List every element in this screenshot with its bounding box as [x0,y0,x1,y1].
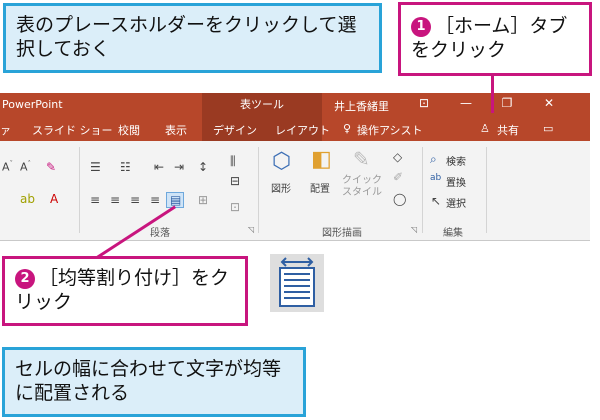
shapes-icon[interactable]: ⬡ [272,151,291,173]
app-title: PowerPoint [2,98,63,111]
distributed-align-icon [279,257,315,307]
user-name[interactable]: 井上香緒里 [334,98,389,114]
arrange-label[interactable]: 配置 [310,184,330,196]
ribbon-body: Aˇ Aˆ ✎ ab A ☰ ☷ ⇤ ⇥ ↕ ⫼ ⊟ ≡ ≡ ≡ ≡ ▤ ⊞ ⊡… [0,141,590,240]
callout-text: ［均等割り付け］をクリック [15,267,230,313]
minimize-icon[interactable]: — [455,96,477,110]
drawing-group-label: 図形描画 [322,228,362,239]
replace-button[interactable]: 置換 [446,174,466,189]
step-number-1: 1 [411,17,431,38]
justify-icon[interactable]: ≡ [150,194,160,206]
quick-styles-icon[interactable]: ✎ [353,149,370,169]
title-bar: PowerPoint 表ツール 井上香緒里 ⊡ — ❐ ✕ [0,93,590,117]
dialog-launcher-icon[interactable]: ◹ [248,225,254,234]
person-icon[interactable]: ♙ [480,122,490,135]
tab-slideshow[interactable]: スライド ショー [32,122,113,138]
align-left-icon[interactable]: ≡ [90,194,100,206]
ribbon-tabs: ァ スライド ショー 校閲 表示 デザイン レイアウト ♀ 操作アシスト ♙ 共… [0,117,590,141]
comment-icon[interactable]: ▭ [543,122,553,135]
align-center-icon[interactable]: ≡ [110,194,120,206]
tab-view[interactable]: 表示 [165,122,187,138]
shape-outline-icon[interactable]: ✐ [393,171,403,183]
shape-fill-icon[interactable]: ◇ [393,151,402,163]
paragraph-group-label: 段落 [150,228,170,239]
replace-icon[interactable]: ab [430,174,441,183]
instruction-select-placeholder: 表のプレースホルダーをクリックして選択しておく [3,3,382,73]
numbering-icon[interactable]: ☷ [120,161,131,173]
decrease-indent-icon[interactable]: ⇤ [154,161,164,173]
editing-group-label: 編集 [443,228,463,239]
callout-text: 表のプレースホルダーをクリックして選択しておく [16,14,357,60]
lightbulb-icon[interactable]: ♀ [343,122,351,135]
font-size-down-icon[interactable]: Aˇ [2,161,13,173]
smartart-icon[interactable]: ⊡ [230,201,240,213]
text-direction-icon[interactable]: ⫼ [230,155,236,167]
tab-design[interactable]: デザイン [213,122,257,138]
distributed-icon: ▤ [170,193,182,207]
find-button[interactable]: 検索 [446,153,466,168]
divider [79,147,80,233]
tab-tell-me[interactable]: 操作アシスト [357,122,423,138]
callout-text: セルの幅に合わせて文字が均等に配置される [15,358,282,404]
tab-review[interactable]: 校閲 [118,122,140,138]
distributed-icon-enlarged [270,254,324,312]
shape-effects-icon[interactable]: ◯ [393,193,406,205]
clear-format-icon[interactable]: ✎ [46,161,56,173]
table-tools-context: 表ツール [202,93,322,117]
line-spacing-icon[interactable]: ↕ [198,161,208,173]
highlight-color-icon[interactable]: ab [20,193,35,205]
select-button[interactable]: 選択 [446,195,466,210]
align-text-icon[interactable]: ⊟ [230,175,240,187]
arrange-icon[interactable]: ◧ [311,149,332,171]
step1-home-tab-callout: 1 ［ホーム］タブをクリック [398,2,592,76]
share-button[interactable]: 共有 [497,122,519,138]
divider [486,147,487,233]
step2-distributed-callout: 2 ［均等割り付け］をクリック [2,256,248,326]
select-icon[interactable]: ↖ [431,195,441,207]
tab-layout[interactable]: レイアウト [275,122,330,138]
restore-icon[interactable]: ❐ [496,96,518,110]
ribbon-display-icon[interactable]: ⊡ [413,96,435,110]
increase-indent-icon[interactable]: ⇥ [174,161,184,173]
divider [422,147,423,233]
shapes-label[interactable]: 図形 [271,184,291,196]
step-number-2: 2 [15,269,35,290]
close-icon[interactable]: ✕ [538,96,560,110]
font-size-up-icon[interactable]: Aˆ [20,161,31,173]
callout-text: ［ホーム］タブをクリック [411,15,568,61]
result-description-callout: セルの幅に合わせて文字が均等に配置される [2,347,306,417]
columns-icon[interactable]: ⊞ [198,194,208,206]
divider [258,147,259,233]
bullets-icon[interactable]: ☰ [90,161,101,173]
tab-animations[interactable]: ァ [0,122,11,138]
align-right-icon[interactable]: ≡ [130,194,140,206]
callout-text-wrap: 1 ［ホーム］タブをクリック [411,15,579,63]
dialog-launcher-icon[interactable]: ◹ [411,225,417,234]
powerpoint-window: PowerPoint 表ツール 井上香緒里 ⊡ — ❐ ✕ ァ スライド ショー… [0,93,590,241]
callout-text-wrap: 2 ［均等割り付け］をクリック [15,267,235,315]
connector-line [491,76,494,113]
quick-styles-label[interactable]: クイック スタイル [342,175,382,199]
font-color-icon[interactable]: A [50,193,58,205]
find-icon[interactable]: ⌕ [430,153,437,165]
